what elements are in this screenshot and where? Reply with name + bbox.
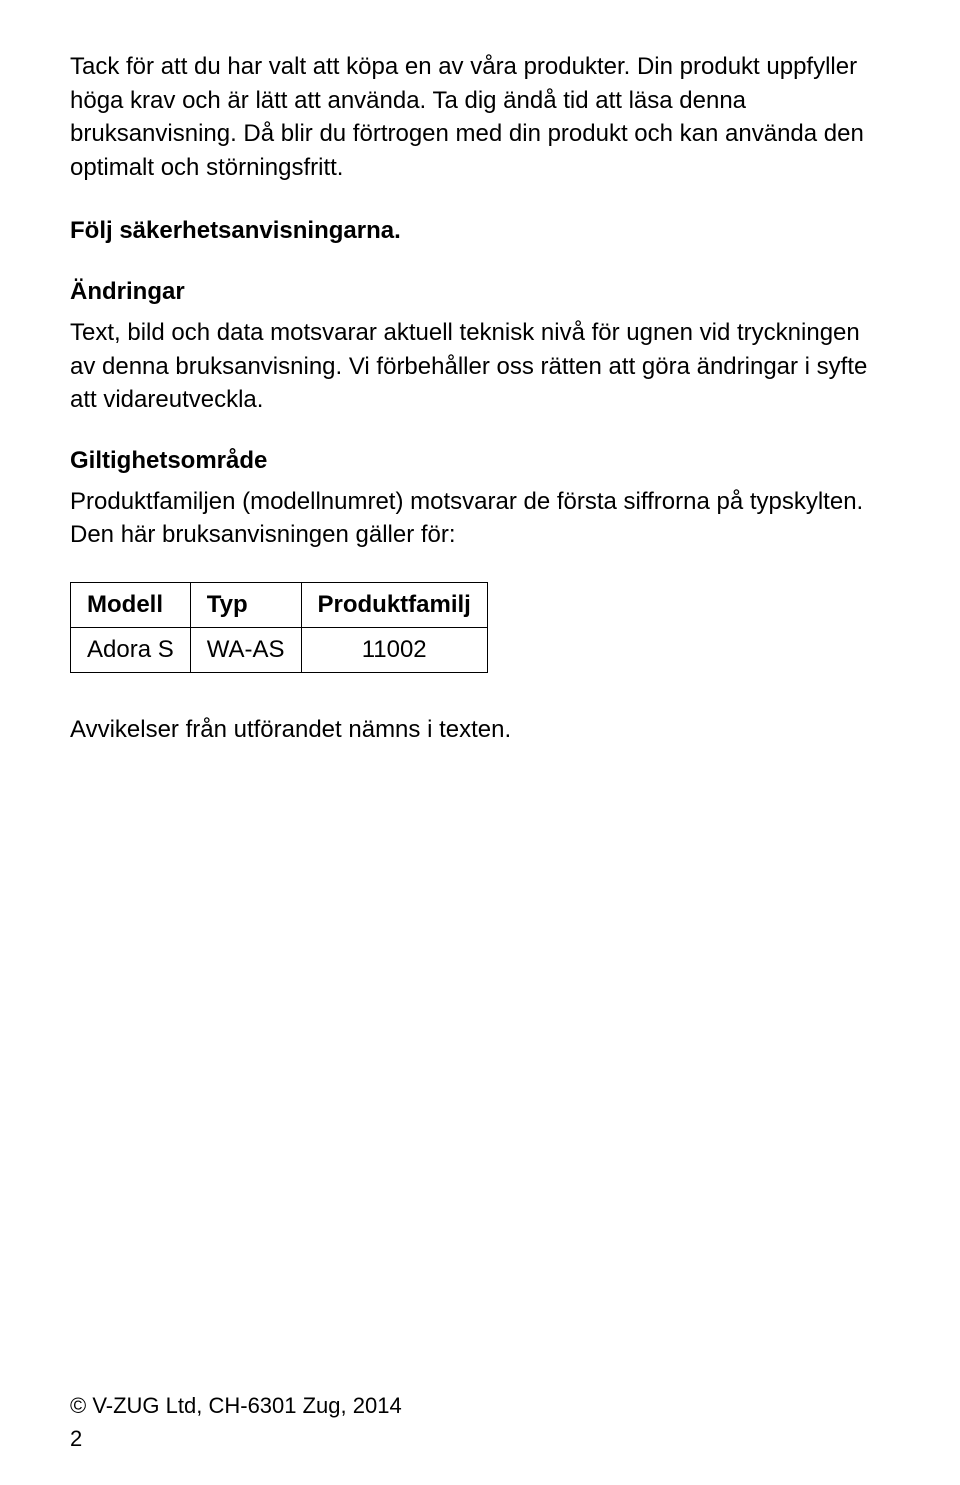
deviations-text: Avvikelser från utförandet nämns i texte… [70, 713, 890, 747]
intro-paragraph-1: Tack för att du har valt att köpa en av … [70, 50, 890, 184]
table-header-row: Modell Typ Produktfamilj [71, 582, 488, 627]
safety-instruction: Följ säkerhetsanvisningarna. [70, 214, 890, 248]
table-row: Adora S WA-AS 11002 [71, 627, 488, 672]
table-cell-model: Adora S [71, 627, 191, 672]
table-cell-family: 11002 [301, 627, 487, 672]
footer: © V-ZUG Ltd, CH-6301 Zug, 2014 2 [70, 1389, 402, 1455]
changes-text: Text, bild och data motsvarar aktuell te… [70, 316, 890, 417]
validity-heading: Giltighetsområde [70, 447, 890, 475]
table-cell-type: WA-AS [190, 627, 301, 672]
copyright-text: © V-ZUG Ltd, CH-6301 Zug, 2014 [70, 1389, 402, 1422]
changes-heading: Ändringar [70, 278, 890, 306]
validity-text: Produktfamiljen (modellnumret) motsvarar… [70, 485, 890, 552]
table-header-type: Typ [190, 582, 301, 627]
model-table: Modell Typ Produktfamilj Adora S WA-AS 1… [70, 582, 488, 673]
page-number: 2 [70, 1422, 402, 1455]
table-header-family: Produktfamilj [301, 582, 487, 627]
table-header-model: Modell [71, 582, 191, 627]
